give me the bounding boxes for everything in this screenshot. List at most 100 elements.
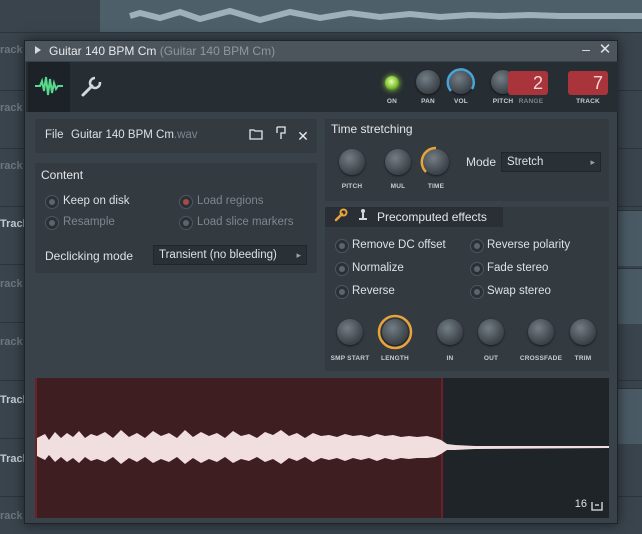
waveform-icon <box>35 76 63 96</box>
pitch-label: PITCH <box>492 98 514 105</box>
length-label: LENGTH <box>381 355 409 362</box>
mode-dropdown[interactable]: Stretch ▸ <box>501 152 601 172</box>
fade-stereo-radio[interactable] <box>470 262 484 276</box>
stretch-time-label: TIME <box>427 183 445 190</box>
clear-file-button[interactable]: ✕ <box>293 126 313 146</box>
declicking-label: Declicking mode <box>45 249 134 263</box>
reverse-label: Reverse <box>352 285 395 297</box>
track-display[interactable]: 7 <box>568 71 608 95</box>
pan-knob[interactable] <box>416 70 440 94</box>
normalize-radio[interactable] <box>335 262 349 276</box>
declicking-dropdown[interactable]: Transient (no bleeding) ▸ <box>153 245 307 265</box>
precomputed-wrench-button[interactable] <box>331 208 351 228</box>
mode-label: Mode <box>466 155 497 169</box>
background-clip <box>618 268 642 324</box>
out-label: OUT <box>483 355 499 362</box>
smp-start-knob[interactable] <box>337 319 363 345</box>
smp-start-label: SMP START <box>330 355 370 362</box>
declicking-value: Transient (no bleeding) <box>159 249 277 261</box>
channel-on-led[interactable] <box>385 76 399 90</box>
folder-open-button[interactable] <box>246 126 266 146</box>
wrench-icon <box>334 208 348 222</box>
channel-settings-window: Guitar 140 BPM Cm (Guitar 140 BPM Cm) – … <box>24 40 618 524</box>
in-knob[interactable] <box>437 319 463 345</box>
waveform-display[interactable]: 16 <box>35 378 609 518</box>
locate-file-button[interactable] <box>271 126 291 146</box>
length-ring-icon <box>377 314 413 350</box>
fade-stereo-label: Fade stereo <box>487 262 549 274</box>
load-slice-markers-label: Load slice markers <box>197 216 294 228</box>
declicking-arrow-icon: ▸ <box>296 250 301 260</box>
reverse-polarity-label: Reverse polarity <box>487 239 571 251</box>
out-knob[interactable] <box>478 319 504 345</box>
file-name[interactable]: Guitar 140 BPM Cm.wav <box>71 129 198 141</box>
precomputed-effects-panel: Precomputed effects Remove DC offset Nor… <box>325 207 609 371</box>
content-panel: Content Keep on disk Load regions Resamp… <box>35 163 317 273</box>
mode-value: Stretch <box>507 156 544 168</box>
crossfade-label: CROSSFADE <box>519 355 563 362</box>
content-title: Content <box>41 168 84 182</box>
on-label: ON <box>386 98 398 105</box>
file-ext-text: .wav <box>173 129 198 141</box>
remove-dc-offset-label: Remove DC offset <box>352 239 446 251</box>
waveform-shape <box>37 430 609 464</box>
window-titlebar[interactable]: Guitar 140 BPM Cm (Guitar 140 BPM Cm) – … <box>25 41 617 61</box>
pitch-range-display[interactable]: 2 <box>508 71 548 95</box>
precomputed-title: Precomputed effects <box>377 210 487 224</box>
background-track-label: rack <box>0 336 23 348</box>
background-track-label: rack <box>0 510 23 522</box>
reverse-radio[interactable] <box>335 285 349 299</box>
background-top-waveform <box>100 0 642 32</box>
swap-stereo-label: Swap stereo <box>487 285 551 297</box>
time-stretching-panel: Time stretching PITCH MUL TIME Mode Stre… <box>325 119 609 201</box>
zoom-number: 16 <box>574 498 587 510</box>
load-regions-radio[interactable] <box>179 195 193 209</box>
trim-knob[interactable] <box>570 319 596 345</box>
remove-dc-offset-radio[interactable] <box>335 239 349 253</box>
background-track-label: rack <box>0 160 23 172</box>
stage: rack rack rack Track rack rack Track Tra… <box>0 0 642 534</box>
file-panel: File Guitar 140 BPM Cm.wav ✕ <box>35 119 317 153</box>
waveform-zoom-icon[interactable] <box>591 501 603 511</box>
wrench-tab[interactable] <box>72 62 114 112</box>
background-track-label: rack <box>0 102 23 114</box>
crossfade-knob[interactable] <box>528 319 554 345</box>
stretch-time-ring-icon <box>420 146 437 173</box>
volume-ring-icon <box>446 68 475 92</box>
reverse-polarity-radio[interactable] <box>470 239 484 253</box>
keep-on-disk-label: Keep on disk <box>63 195 130 207</box>
background-clip <box>618 210 642 266</box>
window-title-sub: (Guitar 140 BPM Cm) <box>159 44 276 58</box>
window-title: Guitar 140 BPM Cm (Guitar 140 BPM Cm) <box>49 44 275 58</box>
stretch-mul-knob[interactable] <box>385 149 411 175</box>
window-menu-arrow-icon[interactable] <box>35 46 41 54</box>
resample-radio[interactable] <box>45 216 59 230</box>
resample-label: Resample <box>63 216 115 228</box>
range-label: RANGE <box>518 98 544 105</box>
minimize-button[interactable]: – <box>579 42 593 58</box>
window-title-main: Guitar 140 BPM Cm <box>49 44 157 58</box>
load-regions-label: Load regions <box>197 195 264 207</box>
locate-icon <box>276 126 286 139</box>
waveform-tab[interactable] <box>28 62 70 112</box>
channel-toolbar: ON PAN VOL PITCH 2 RANGE 7 TRACK <box>26 62 618 112</box>
background-clip <box>618 388 642 444</box>
background-track-label: rack <box>0 44 23 56</box>
stretch-mul-label: MUL <box>390 183 406 190</box>
in-label: IN <box>446 355 454 362</box>
precomputed-stamp-button[interactable] <box>353 208 373 228</box>
mode-arrow-icon: ▸ <box>590 157 595 167</box>
normalize-label: Normalize <box>352 262 404 274</box>
time-stretching-title: Time stretching <box>331 122 413 136</box>
file-name-text: Guitar 140 BPM Cm <box>71 129 174 141</box>
stamp-icon <box>359 209 367 220</box>
load-slice-markers-radio[interactable] <box>179 216 193 230</box>
folder-icon <box>249 129 263 140</box>
keep-on-disk-radio[interactable] <box>45 195 59 209</box>
background-track-label: rack <box>0 278 23 290</box>
close-button[interactable]: ✕ <box>598 42 612 57</box>
track-label: TRACK <box>576 98 600 105</box>
stretch-pitch-knob[interactable] <box>339 149 365 175</box>
file-label: File <box>45 129 64 141</box>
swap-stereo-radio[interactable] <box>470 285 484 299</box>
